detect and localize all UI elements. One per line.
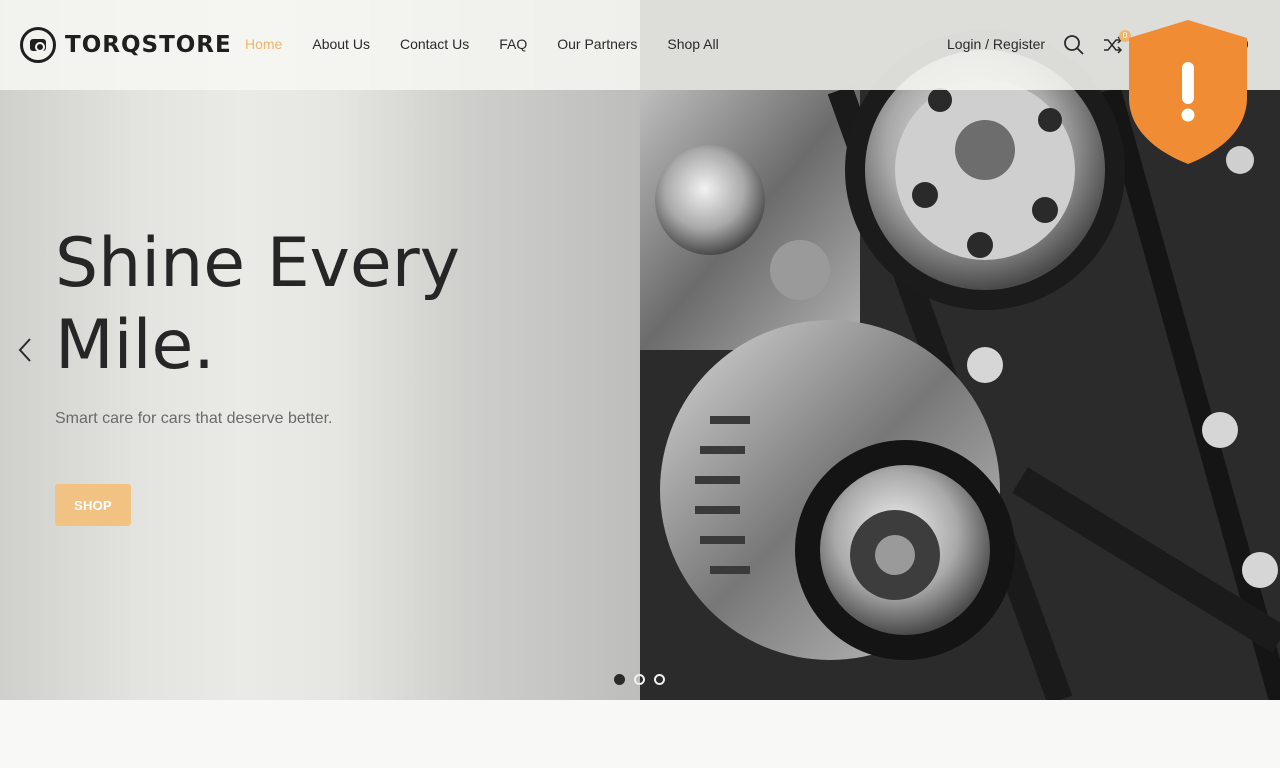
shop-button[interactable]: SHOP bbox=[55, 484, 131, 526]
nav-item-our-partners[interactable]: Our Partners bbox=[557, 36, 637, 52]
hero-slider: Shine Every Mile. Smart care for cars th… bbox=[0, 0, 1280, 700]
logo[interactable]: TORQSTORE bbox=[20, 27, 232, 63]
brand-name: TORQSTORE bbox=[65, 32, 232, 58]
chevron-left-icon[interactable] bbox=[15, 335, 35, 365]
search-icon[interactable] bbox=[1063, 34, 1085, 56]
slider-pagination bbox=[614, 674, 674, 685]
slide-dot-3[interactable] bbox=[654, 674, 665, 685]
slide-dot-2[interactable] bbox=[634, 674, 645, 685]
nav-item-home[interactable]: Home bbox=[245, 36, 282, 52]
page: Shine Every Mile. Smart care for cars th… bbox=[0, 0, 1280, 768]
slide-subline: Smart care for cars that deserve better. bbox=[55, 410, 333, 427]
slide-dot-1[interactable] bbox=[614, 674, 625, 685]
slide-headline: Shine Every Mile. bbox=[55, 224, 460, 385]
nav-item-faq[interactable]: FAQ bbox=[499, 36, 527, 52]
site-header: TORQSTORE Home About Us Contact Us FAQ O… bbox=[0, 0, 1280, 90]
nav-item-contact-us[interactable]: Contact Us bbox=[400, 36, 469, 52]
nav-item-shop-all[interactable]: Shop All bbox=[667, 36, 718, 52]
nav-item-about-us[interactable]: About Us bbox=[312, 36, 370, 52]
login-register-link[interactable]: Login / Register bbox=[947, 36, 1045, 52]
shield-alert-icon[interactable] bbox=[1125, 18, 1251, 166]
main-nav: Home About Us Contact Us FAQ Our Partner… bbox=[245, 36, 749, 52]
engine-logo-icon bbox=[20, 27, 56, 63]
